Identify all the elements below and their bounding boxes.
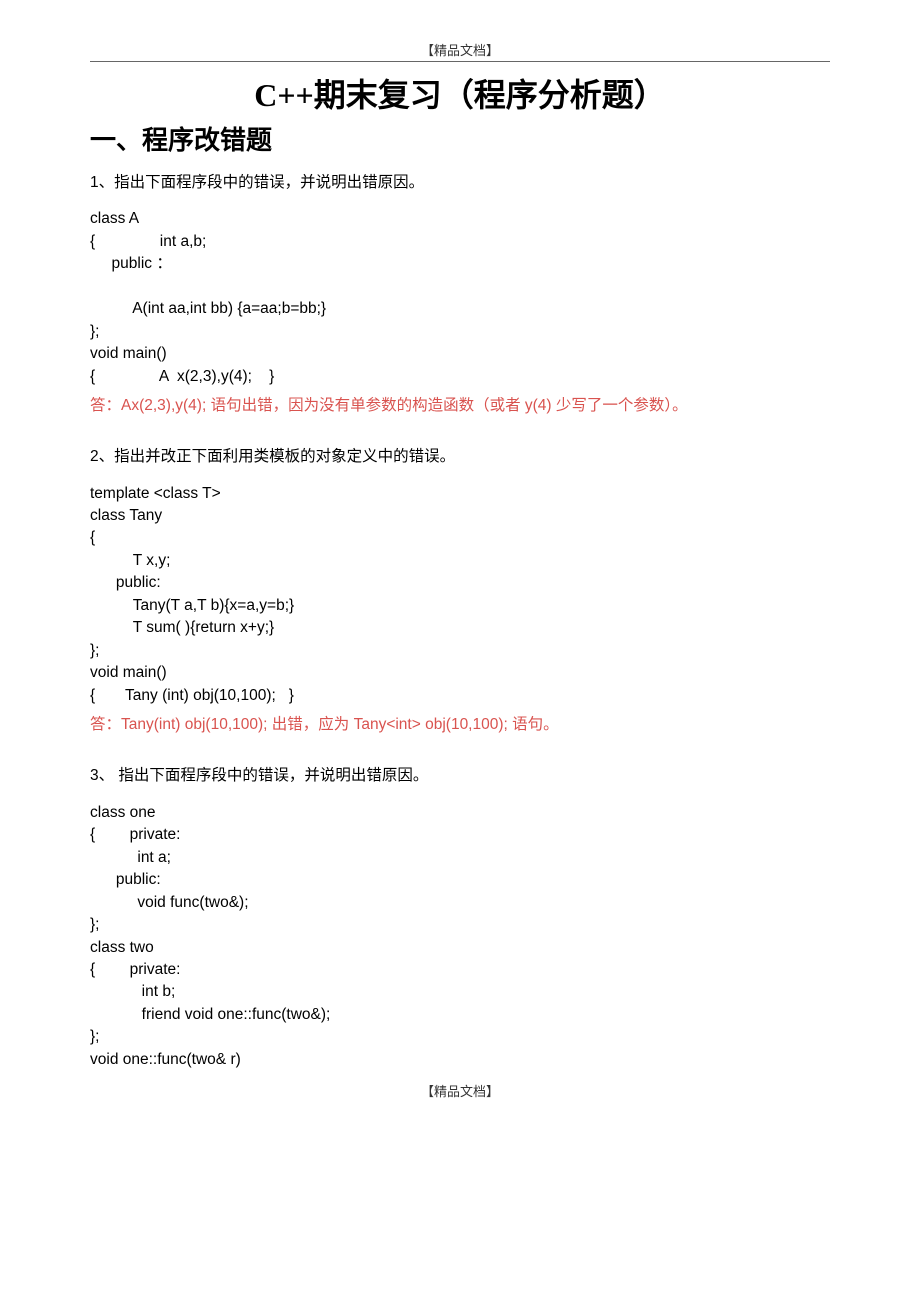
q2-prompt: 2、指出并改正下面利用类模板的对象定义中的错误。 (90, 445, 830, 468)
q1-prompt: 1、指出下面程序段中的错误，并说明出错原因。 (90, 171, 830, 194)
q1-answer: 答：Ax(2,3),y(4); 语句出错，因为没有单参数的构造函数（或者 y(4… (90, 394, 830, 417)
q2-answer: 答：Tany(int) obj(10,100); 出错，应为 Tany<int>… (90, 713, 830, 736)
document-page: 【精品文档】 C++期末复习（程序分析题） 一、程序改错题 1、指出下面程序段中… (0, 0, 920, 1120)
q2-code: template <class T> class Tany { T x,y; p… (90, 483, 830, 708)
footer-tag: 【精品文档】 (90, 1081, 830, 1100)
section-heading: 一、程序改错题 (90, 120, 830, 157)
header-tag: 【精品文档】 (90, 40, 830, 62)
q3-prompt: 3、 指出下面程序段中的错误，并说明出错原因。 (90, 764, 830, 787)
q1-code: class A { int a,b; public ： A(int aa,int… (90, 208, 830, 388)
document-title: C++期末复习（程序分析题） (90, 70, 830, 116)
q3-code: class one { private: int a; public: void… (90, 802, 830, 1072)
